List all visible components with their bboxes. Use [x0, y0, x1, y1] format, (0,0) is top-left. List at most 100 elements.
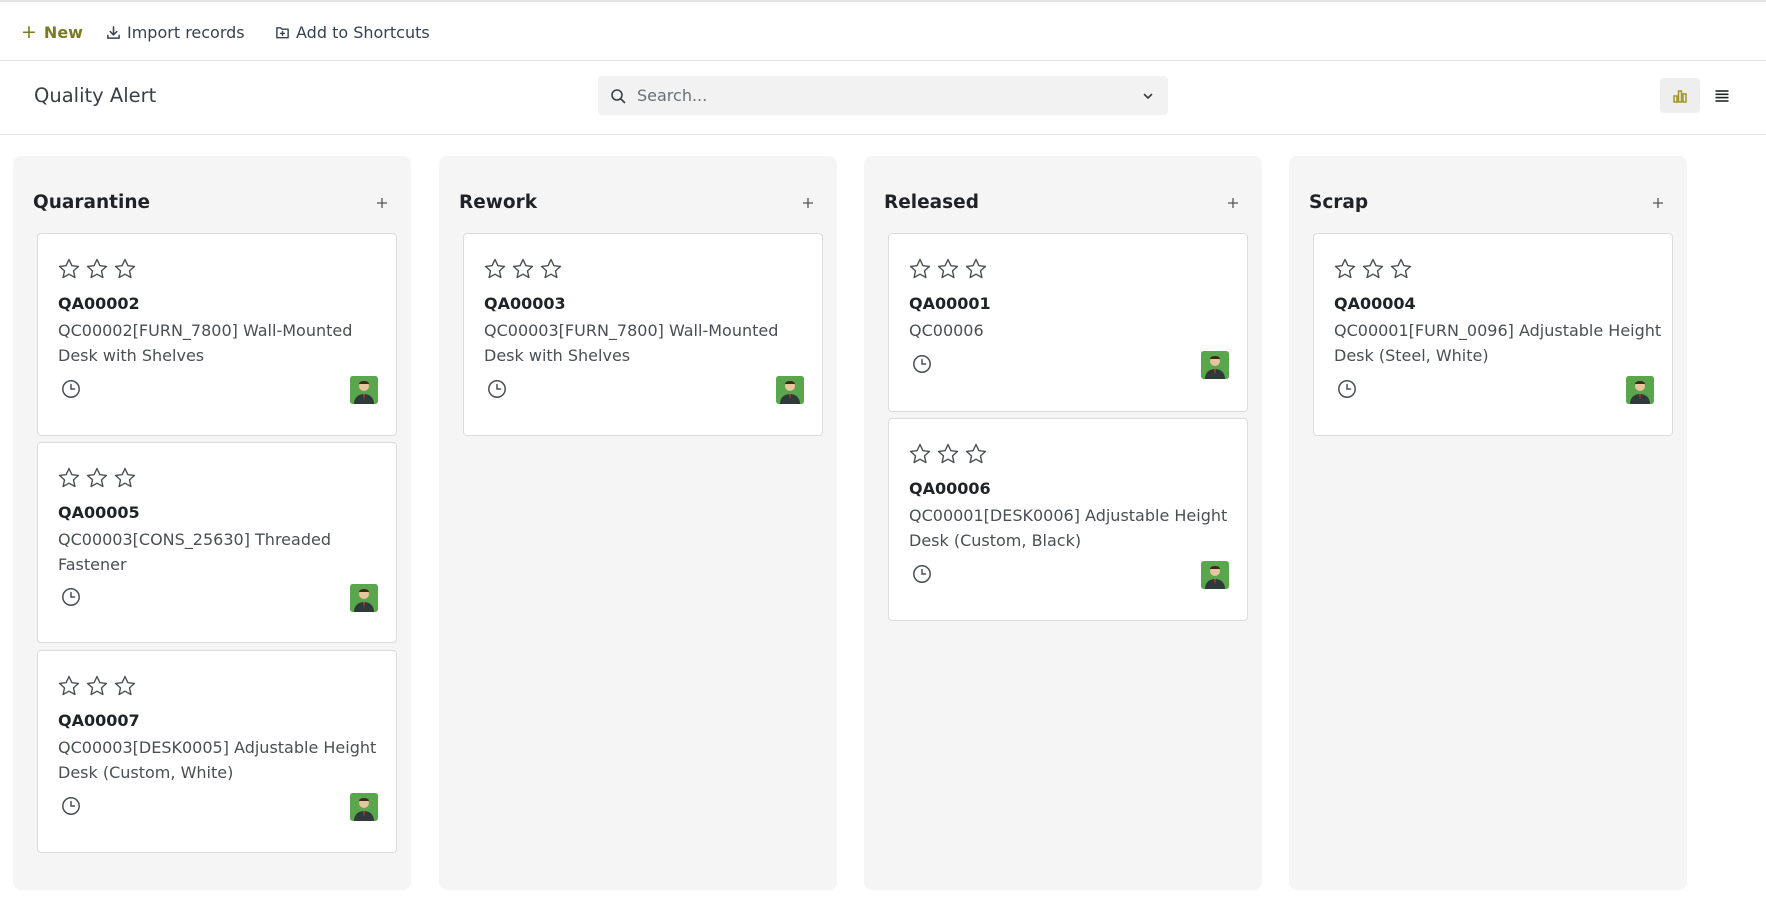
star-icon[interactable] — [57, 466, 81, 490]
new-button[interactable]: + New — [21, 20, 83, 44]
star-icon[interactable] — [1389, 257, 1413, 281]
card-description: QC00003[FURN_7800] Wall-Mounted Desk wit… — [484, 321, 779, 365]
add-to-shortcuts-button[interactable]: Add to Shortcuts — [275, 20, 430, 44]
clock-icon[interactable] — [487, 379, 507, 399]
column-quick-add-button[interactable] — [799, 194, 817, 212]
card-reference: QA00006 — [909, 479, 991, 498]
star-icon[interactable] — [936, 257, 960, 281]
bar-chart-icon — [1673, 89, 1687, 103]
import-records-label: Import records — [127, 22, 245, 42]
star-icon[interactable] — [113, 257, 137, 281]
priority-stars — [483, 257, 567, 281]
kanban-board: Quarantine QA00002 QC00002[FURN_7800] Wa… — [0, 136, 1766, 898]
priority-stars — [57, 257, 141, 281]
card-reference: QA00005 — [58, 503, 140, 522]
priority-stars — [908, 257, 992, 281]
star-icon[interactable] — [908, 257, 932, 281]
avatar[interactable] — [1201, 351, 1229, 379]
star-icon[interactable] — [113, 674, 137, 698]
kanban-view-button[interactable] — [1660, 78, 1700, 113]
download-icon — [107, 25, 120, 39]
kanban-card[interactable]: QA00004 QC00001[FURN_0096] Adjustable He… — [1313, 233, 1673, 436]
star-icon[interactable] — [483, 257, 507, 281]
card-reference: QA00003 — [484, 294, 566, 313]
card-reference: QA00002 — [58, 294, 140, 313]
star-icon[interactable] — [85, 466, 109, 490]
clock-icon[interactable] — [61, 379, 81, 399]
avatar[interactable] — [776, 376, 804, 404]
card-description: QC00002[FURN_7800] Wall-Mounted Desk wit… — [58, 321, 353, 365]
clock-icon[interactable] — [912, 564, 932, 584]
kanban-column-released: Released QA00001 QC00006 QA00006 QC00001… — [864, 156, 1262, 890]
column-title: Scrap — [1309, 192, 1369, 213]
card-description: QC00003[CONS_25630] Threaded Fastener — [58, 530, 331, 574]
priority-stars — [908, 442, 992, 466]
avatar[interactable] — [1201, 561, 1229, 589]
clock-icon[interactable] — [912, 354, 932, 374]
avatar[interactable] — [350, 376, 378, 404]
plus-icon — [1228, 198, 1238, 208]
plus-icon: + — [21, 20, 37, 43]
card-reference: QA00001 — [909, 294, 991, 313]
star-icon[interactable] — [1333, 257, 1357, 281]
avatar[interactable] — [350, 584, 378, 612]
kanban-card[interactable]: QA00002 QC00002[FURN_7800] Wall-Mounted … — [37, 233, 397, 436]
card-reference: QA00007 — [58, 711, 140, 730]
card-description: QC00001[FURN_0096] Adjustable Height Des… — [1334, 321, 1662, 365]
kanban-card[interactable]: QA00003 QC00003[FURN_7800] Wall-Mounted … — [463, 233, 823, 436]
add-to-shortcuts-label: Add to Shortcuts — [296, 22, 430, 42]
control-bar: Quality Alert — [0, 61, 1766, 135]
kanban-column-scrap: Scrap QA00004 QC00001[FURN_0096] Adjusta… — [1289, 156, 1687, 890]
star-icon[interactable] — [85, 257, 109, 281]
star-icon[interactable] — [57, 257, 81, 281]
list-icon — [1715, 89, 1729, 102]
kanban-card[interactable]: QA00001 QC00006 — [888, 233, 1248, 412]
column-title: Rework — [459, 192, 538, 213]
new-button-label: New — [43, 22, 83, 42]
clock-icon[interactable] — [61, 796, 81, 816]
column-quick-add-button[interactable] — [373, 194, 391, 212]
column-quick-add-button[interactable] — [1224, 194, 1242, 212]
kanban-card[interactable]: QA00006 QC00001[DESK0006] Adjustable Hei… — [888, 418, 1248, 621]
plus-icon — [377, 198, 387, 208]
card-description: QC00006 — [909, 321, 984, 340]
search-input[interactable] — [637, 76, 1142, 115]
list-view-button[interactable] — [1702, 78, 1742, 113]
star-icon[interactable] — [964, 442, 988, 466]
avatar[interactable] — [1626, 376, 1654, 404]
kanban-card[interactable]: QA00007 QC00003[DESK0005] Adjustable Hei… — [37, 650, 397, 853]
column-quick-add-button[interactable] — [1649, 194, 1667, 212]
plus-icon — [1653, 198, 1663, 208]
star-icon[interactable] — [57, 674, 81, 698]
action-bar: + New Import records Add to Shortcuts — [0, 0, 1766, 61]
column-title: Quarantine — [33, 192, 151, 213]
star-icon[interactable] — [85, 674, 109, 698]
column-title: Released — [884, 192, 979, 213]
star-icon[interactable] — [113, 466, 137, 490]
kanban-card[interactable]: QA00005 QC00003[CONS_25630] Threaded Fas… — [37, 442, 397, 643]
search-icon — [610, 88, 626, 104]
clock-icon[interactable] — [61, 587, 81, 607]
priority-stars — [57, 466, 141, 490]
shortcut-icon — [276, 26, 289, 38]
import-records-button[interactable]: Import records — [106, 20, 245, 44]
search-bar[interactable] — [598, 76, 1168, 115]
clock-icon[interactable] — [1337, 379, 1357, 399]
star-icon[interactable] — [908, 442, 932, 466]
card-description: QC00003[DESK0005] Adjustable Height Desk… — [58, 738, 377, 782]
kanban-column-rework: Rework QA00003 QC00003[FURN_7800] Wall-M… — [439, 156, 837, 890]
star-icon[interactable] — [936, 442, 960, 466]
star-icon[interactable] — [964, 257, 988, 281]
chevron-down-icon[interactable] — [1142, 90, 1154, 102]
plus-icon — [803, 198, 813, 208]
avatar[interactable] — [350, 793, 378, 821]
card-reference: QA00004 — [1334, 294, 1416, 313]
star-icon[interactable] — [1361, 257, 1385, 281]
card-description: QC00001[DESK0006] Adjustable Height Desk… — [909, 506, 1228, 550]
priority-stars — [57, 674, 141, 698]
star-icon[interactable] — [539, 257, 563, 281]
page-title: Quality Alert — [34, 84, 157, 107]
star-icon[interactable] — [511, 257, 535, 281]
kanban-column-quarantine: Quarantine QA00002 QC00002[FURN_7800] Wa… — [13, 156, 411, 890]
priority-stars — [1333, 257, 1417, 281]
